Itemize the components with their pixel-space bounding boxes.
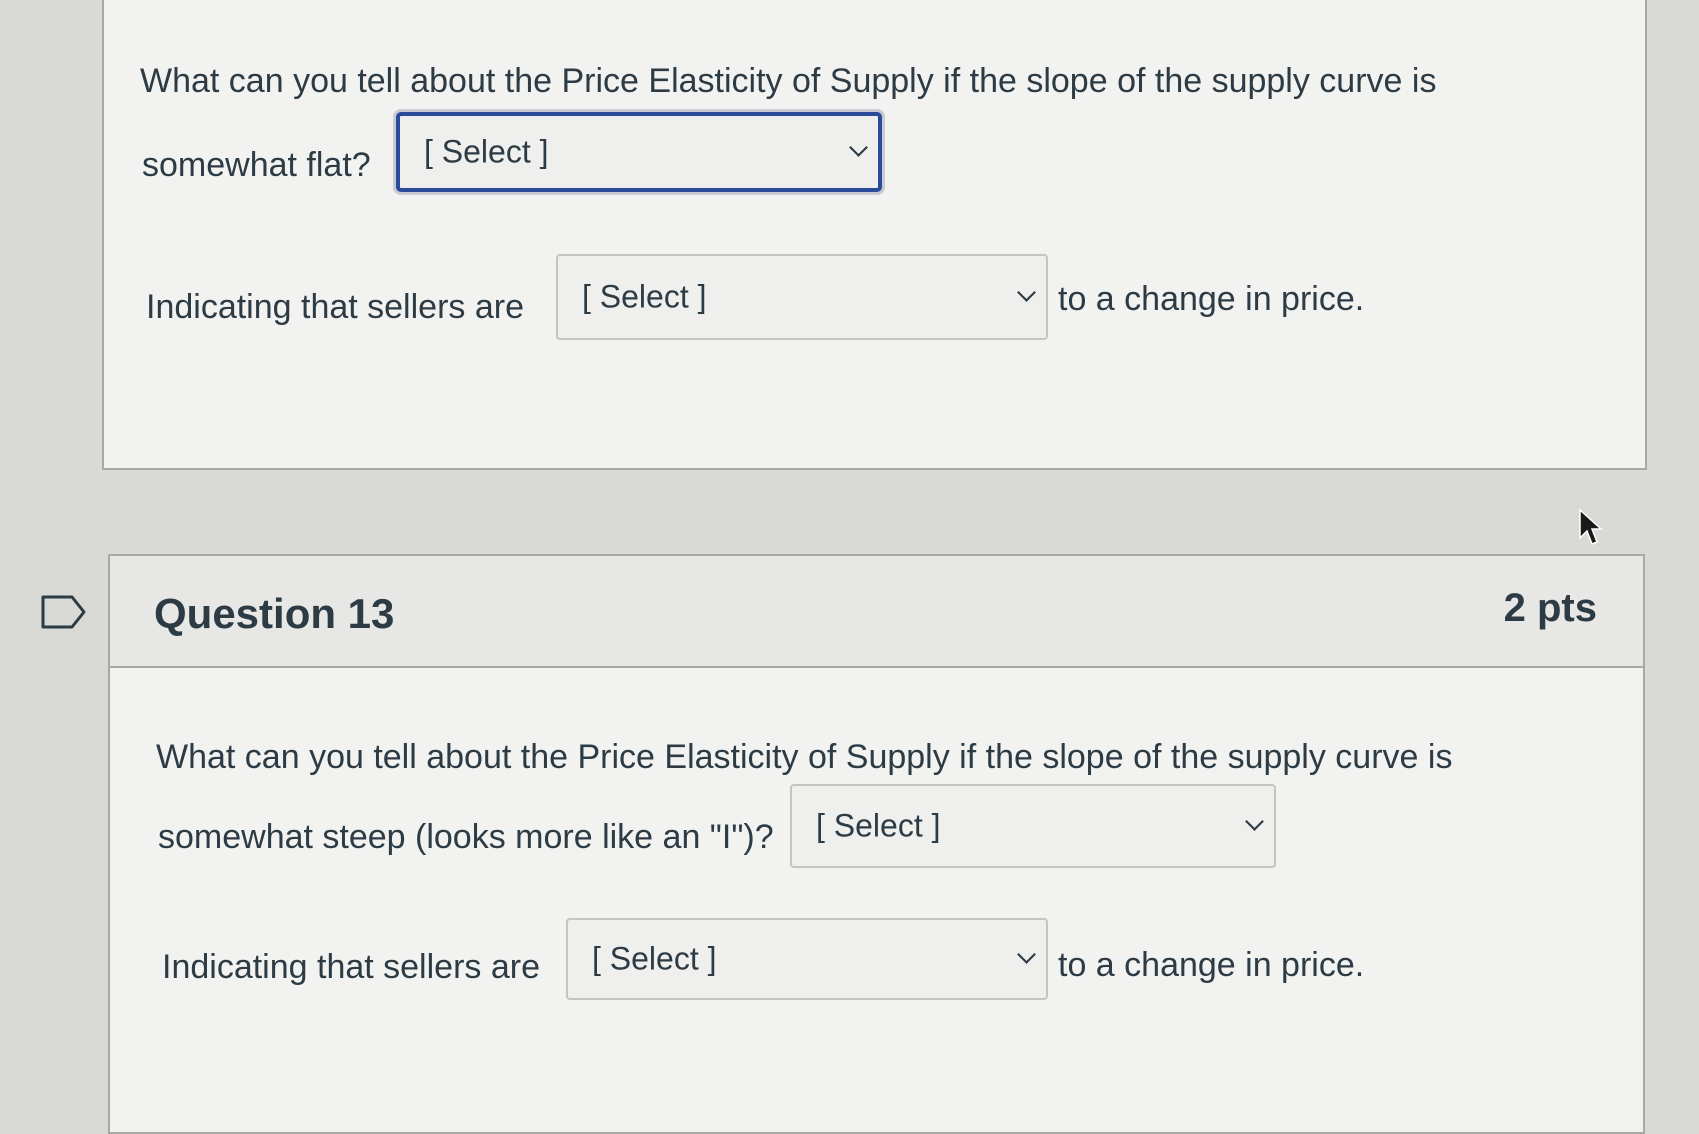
question-13-indicating-prefix: Indicating that sellers are xyxy=(162,948,540,986)
question-12-prompt-line2: somewhat flat? xyxy=(142,146,371,184)
question-13-prompt-line2: somewhat steep (looks more like an "I")? xyxy=(158,818,774,856)
question-12-prompt-line1: What can you tell about the Price Elasti… xyxy=(140,62,1437,100)
chevron-down-icon xyxy=(1017,283,1036,302)
question-12-sellers-select[interactable]: [ Select ] xyxy=(556,254,1048,340)
question-12-indicating-suffix: to a change in price. xyxy=(1058,280,1365,318)
question-12-indicating-prefix: Indicating that sellers are xyxy=(146,288,524,326)
question-13-sellers-select-value: [ Select ] xyxy=(592,940,717,977)
question-12-slope-select-value: [ Select ] xyxy=(424,133,549,170)
question-13-prompt-line1: What can you tell about the Price Elasti… xyxy=(156,738,1453,776)
chevron-down-icon xyxy=(1017,945,1036,964)
question-12-sellers-select-value: [ Select ] xyxy=(582,278,707,315)
question-12-card: What can you tell about the Price Elasti… xyxy=(102,0,1647,470)
question-13-sellers-select[interactable]: [ Select ] xyxy=(566,918,1048,1000)
question-12-slope-select[interactable]: [ Select ] xyxy=(396,112,882,192)
question-13-slope-select-value: [ Select ] xyxy=(816,807,941,844)
question-13-title: Question 13 xyxy=(154,590,395,637)
question-13-slope-select[interactable]: [ Select ] xyxy=(790,784,1276,868)
question-13-card: Question 13 2 pts What can you tell abou… xyxy=(108,554,1645,1134)
flag-question-icon[interactable] xyxy=(40,594,88,630)
question-13-points: 2 pts xyxy=(1503,586,1597,630)
chevron-down-icon xyxy=(1245,812,1264,831)
mouse-pointer-icon xyxy=(1579,508,1603,545)
question-13-indicating-suffix: to a change in price. xyxy=(1058,946,1365,984)
chevron-down-icon xyxy=(849,138,868,157)
question-13-header: Question 13 2 pts xyxy=(110,556,1643,668)
